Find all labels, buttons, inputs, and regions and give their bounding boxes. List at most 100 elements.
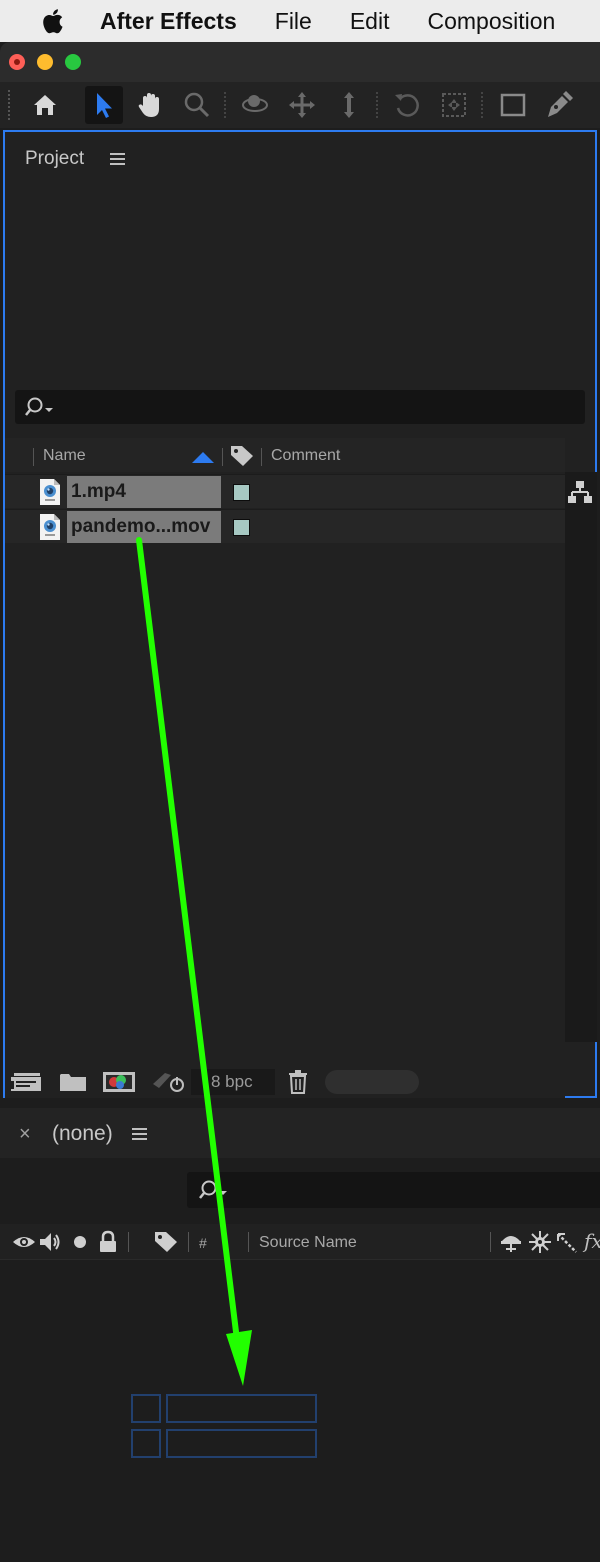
- search-icon: [199, 1180, 227, 1199]
- timeline-column-header: # Source Name fx: [0, 1224, 600, 1260]
- zoom-tool-button[interactable]: [178, 86, 216, 124]
- project-item-row[interactable]: 1.mp4: [5, 474, 565, 508]
- item-name: 1.mp4: [71, 481, 126, 502]
- column-divider[interactable]: [248, 1232, 249, 1252]
- item-name-cell[interactable]: 1.mp4: [67, 476, 221, 508]
- column-divider[interactable]: [490, 1232, 491, 1252]
- timeline-tab-bar: × (none): [0, 1108, 600, 1158]
- label-tag-icon[interactable]: [229, 444, 255, 468]
- project-bottom-bar: 8 bpc: [5, 1066, 565, 1098]
- item-label-swatch[interactable]: [233, 519, 250, 536]
- close-tab-icon[interactable]: ×: [19, 1123, 31, 1146]
- column-comment[interactable]: Comment: [271, 447, 340, 465]
- layer-drop-placeholder: [166, 1429, 317, 1458]
- project-panel-title[interactable]: Project: [25, 148, 84, 170]
- column-divider[interactable]: [33, 448, 34, 466]
- interpret-footage-button[interactable]: [9, 1068, 43, 1096]
- column-divider[interactable]: [261, 448, 262, 466]
- render-power-icon: [153, 1073, 184, 1092]
- pan-behind-icon: [442, 93, 466, 117]
- orbit-camera-button[interactable]: [236, 86, 274, 124]
- layer-drop-placeholder: [131, 1429, 161, 1458]
- project-item-row[interactable]: pandemo...mov: [5, 509, 565, 543]
- quality-icon[interactable]: [555, 1230, 579, 1254]
- tools-toolbar: [0, 82, 600, 128]
- composition-icon: [103, 1072, 135, 1092]
- zoom-tool-icon: [184, 92, 210, 118]
- sort-ascending-icon: [192, 452, 214, 463]
- menu-file[interactable]: File: [275, 8, 312, 35]
- zoom-window-button[interactable]: [65, 54, 81, 70]
- item-name: pandemo...mov: [71, 516, 211, 537]
- label-tag-icon[interactable]: [154, 1230, 178, 1254]
- column-divider[interactable]: [222, 448, 223, 466]
- collapse-transformations-icon[interactable]: [528, 1230, 552, 1254]
- solo-icon[interactable]: [68, 1230, 92, 1254]
- project-panel: Project Name Comment 1.mp4 pandemo...mov: [3, 130, 597, 1098]
- toolbar-separator: [376, 92, 378, 118]
- interpret-footage-icon: [11, 1073, 41, 1091]
- dolly-camera-button[interactable]: [330, 86, 368, 124]
- rectangle-tool-button[interactable]: [494, 86, 532, 124]
- layer-drop-placeholder: [166, 1394, 317, 1423]
- trash-icon: [289, 1070, 307, 1094]
- timeline-search-input[interactable]: [237, 1177, 577, 1203]
- flowchart-icon[interactable]: [567, 480, 593, 504]
- apple-logo-icon[interactable]: [38, 7, 66, 35]
- timeline-search[interactable]: [187, 1172, 600, 1208]
- hand-tool-icon: [138, 93, 159, 117]
- shy-layer-icon[interactable]: [499, 1230, 523, 1254]
- eye-icon[interactable]: [12, 1230, 36, 1254]
- selection-tool-button[interactable]: [85, 86, 123, 124]
- lock-icon[interactable]: [96, 1230, 120, 1254]
- layer-drop-placeholder: [131, 1394, 161, 1423]
- window-titlebar: [0, 42, 600, 82]
- project-search[interactable]: [15, 390, 585, 424]
- toolbar-separator: [224, 92, 226, 118]
- rotation-tool-button[interactable]: [388, 86, 426, 124]
- item-label-swatch[interactable]: [233, 484, 250, 501]
- menu-app-name[interactable]: After Effects: [100, 8, 237, 35]
- speaker-icon[interactable]: [38, 1230, 62, 1254]
- orbit-camera-icon: [242, 95, 268, 112]
- column-divider[interactable]: [128, 1232, 129, 1252]
- panel-menu-icon[interactable]: [110, 153, 125, 165]
- project-scrollbar[interactable]: [565, 472, 597, 1042]
- new-composition-button[interactable]: [101, 1068, 137, 1096]
- toolbar-grip[interactable]: [8, 90, 14, 120]
- render-settings-button[interactable]: [151, 1068, 187, 1096]
- menu-composition[interactable]: Composition: [427, 8, 555, 35]
- pen-tool-icon: [548, 91, 573, 117]
- minimize-window-button[interactable]: [37, 54, 53, 70]
- toolbar-separator: [481, 92, 483, 118]
- pan-camera-button[interactable]: [283, 86, 321, 124]
- column-name[interactable]: Name: [43, 447, 86, 465]
- item-name-cell[interactable]: pandemo...mov: [67, 511, 221, 543]
- effects-column-icon[interactable]: fx: [584, 1229, 600, 1253]
- column-divider[interactable]: [188, 1232, 189, 1252]
- timeline-tab-title[interactable]: (none): [52, 1122, 113, 1146]
- close-window-button[interactable]: [9, 54, 25, 70]
- menu-edit[interactable]: Edit: [350, 8, 390, 35]
- hand-tool-button[interactable]: [131, 86, 169, 124]
- new-folder-button[interactable]: [57, 1068, 89, 1096]
- delete-button[interactable]: [287, 1068, 309, 1096]
- thumbnail-size-slider[interactable]: [325, 1070, 419, 1094]
- search-icon: [25, 397, 53, 416]
- pen-tool-button[interactable]: [540, 86, 578, 124]
- video-file-icon: [40, 479, 60, 505]
- bit-depth-button[interactable]: 8 bpc: [191, 1069, 275, 1095]
- timeline-panel: × (none) # Source Name fx: [0, 1100, 600, 1562]
- home-button[interactable]: [26, 86, 64, 124]
- selection-tool-icon: [97, 93, 112, 118]
- panel-menu-icon[interactable]: [132, 1128, 147, 1140]
- home-icon: [34, 95, 56, 115]
- pan-camera-icon: [289, 92, 315, 118]
- rectangle-tool-icon: [500, 93, 526, 117]
- pan-behind-button[interactable]: [435, 86, 473, 124]
- column-source-name[interactable]: Source Name: [259, 1234, 357, 1252]
- video-file-icon: [40, 514, 60, 540]
- column-number[interactable]: #: [199, 1235, 207, 1251]
- project-search-input[interactable]: [63, 394, 563, 420]
- dolly-camera-icon: [344, 92, 354, 118]
